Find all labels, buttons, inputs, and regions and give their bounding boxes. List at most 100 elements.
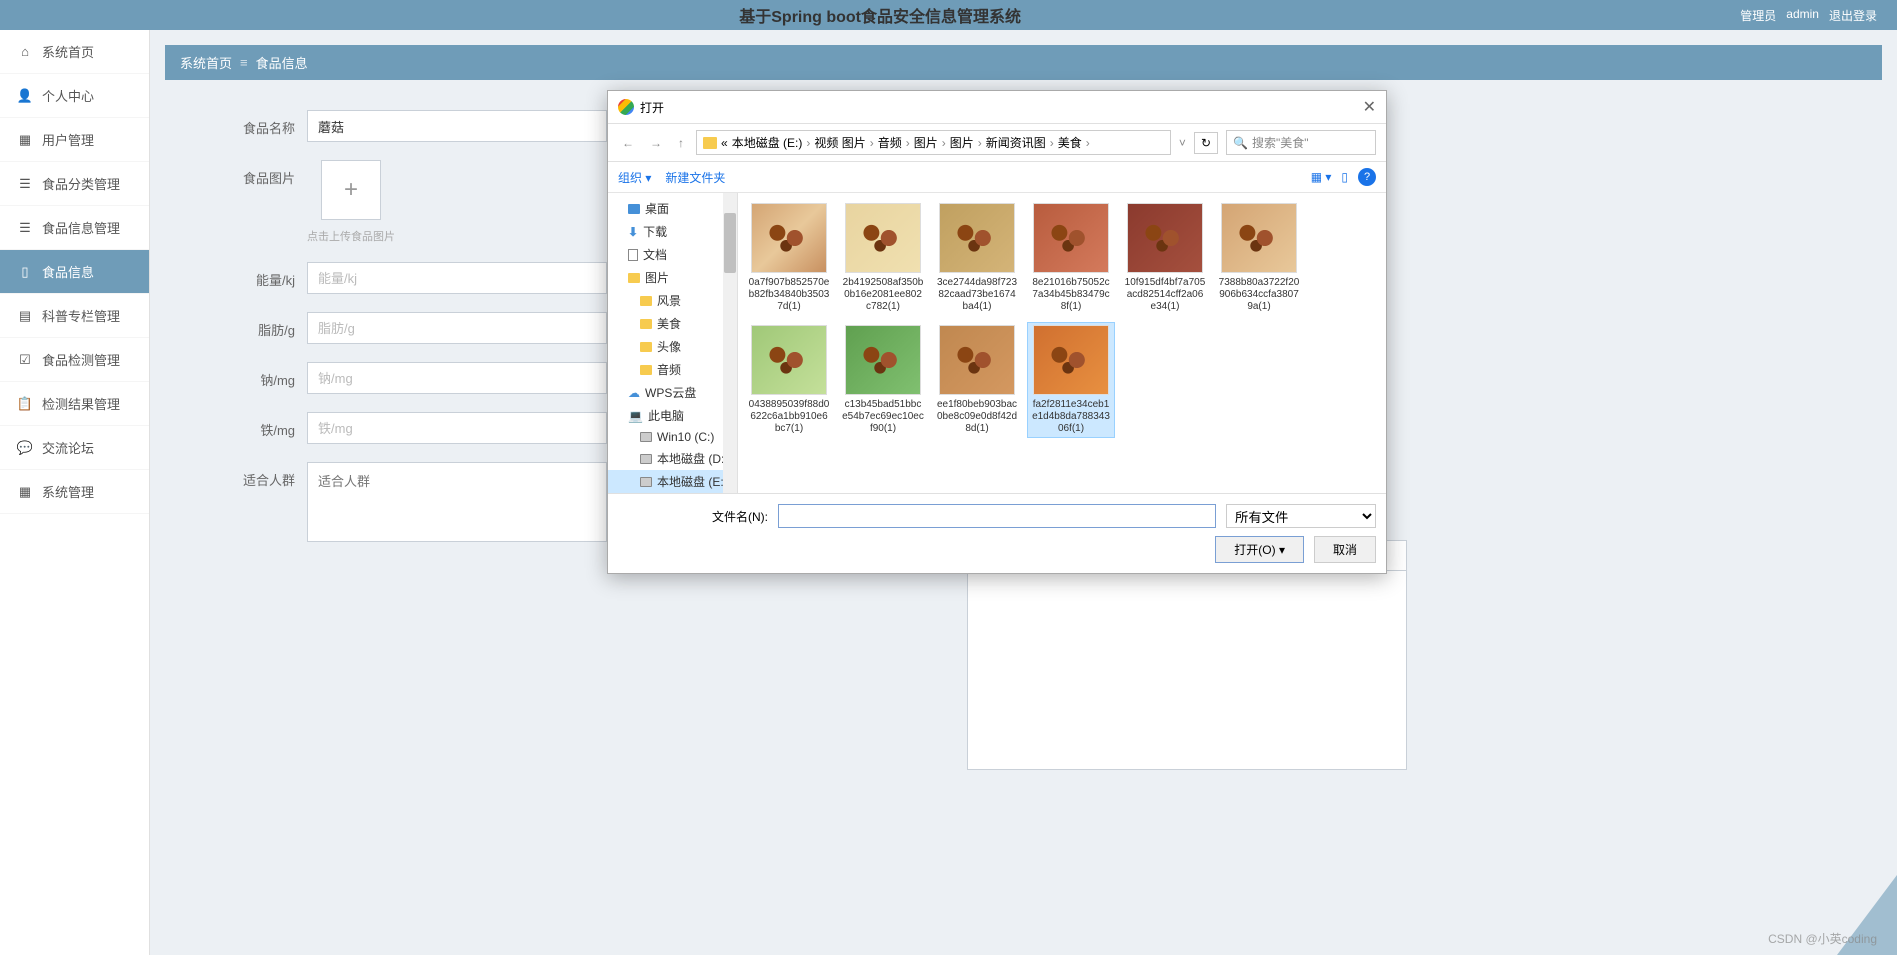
file-item-3[interactable]: 8e21016b75052c7a34b45b83479c8f(1) — [1028, 201, 1114, 315]
food-image-label: 食品图片 — [225, 160, 295, 187]
up-icon[interactable]: ↑ — [674, 134, 688, 152]
folder-tree: 桌面 ⬇下载文档图片风景美食头像音频☁WPS云盘💻此电脑Win10 (C:) 本地磁… — [608, 193, 738, 493]
sidebar-item-4[interactable]: ☰食品信息管理 — [0, 206, 149, 250]
file-item-8[interactable]: ee1f80beb903bac0be8c09e0d8f42d8d(1) — [934, 323, 1020, 437]
sidebar-item-10[interactable]: ▦系统管理 — [0, 470, 149, 514]
sidebar-item-9[interactable]: 💬交流论坛 — [0, 426, 149, 470]
food-name-input[interactable] — [307, 110, 607, 142]
new-folder-button[interactable]: 新建文件夹 — [665, 169, 725, 186]
open-button[interactable]: 打开(O) ▾ — [1215, 536, 1304, 563]
grid-icon: ▦ — [18, 133, 32, 147]
filetype-filter[interactable]: 所有文件 — [1226, 504, 1376, 528]
file-item-0[interactable]: 0a7f907b852570eb82fb34840b35037d(1) — [746, 201, 832, 315]
sidebar-label: 系统管理 — [42, 482, 94, 501]
close-icon[interactable]: ✕ — [1363, 97, 1376, 117]
plus-icon: + — [344, 176, 358, 204]
breadcrumb-home[interactable]: 系统首页 — [180, 53, 232, 72]
file-item-5[interactable]: 7388b80a3722f20906b634ccfa38079a(1) — [1216, 201, 1302, 315]
search-placeholder: 搜索"美食" — [1252, 134, 1309, 151]
tree-item-1[interactable]: ⬇下载 — [608, 220, 737, 243]
scrollbar-thumb[interactable] — [724, 213, 736, 273]
sidebar-item-7[interactable]: ☑食品检测管理 — [0, 338, 149, 382]
file-thumbnail — [845, 325, 921, 395]
back-icon[interactable]: ← — [618, 134, 638, 152]
file-item-2[interactable]: 3ce2744da98f72382caad73be1674ba4(1) — [934, 201, 1020, 315]
energy-input[interactable] — [307, 262, 607, 294]
tree-item-9[interactable]: 💻此电脑 — [608, 404, 737, 427]
upload-hint: 点击上传食品图片 — [307, 228, 395, 244]
tree-item-6[interactable]: 头像 — [608, 335, 737, 358]
path-segment[interactable]: 音频 — [878, 134, 902, 151]
search-box[interactable]: 🔍 搜索"美食" — [1226, 130, 1376, 155]
preview-pane-icon[interactable]: ▯ — [1341, 170, 1348, 184]
tree-item-8[interactable]: ☁WPS云盘 — [608, 381, 737, 404]
refresh-icon: ↻ — [1201, 136, 1211, 150]
upload-button[interactable]: + — [321, 160, 381, 220]
logout-link[interactable]: 退出登录 — [1829, 7, 1877, 24]
tree-label: 本地磁盘 (D:) — [657, 450, 728, 467]
editor-body[interactable] — [967, 570, 1407, 770]
file-item-1[interactable]: 2b4192508af350b0b16e2081ee802c782(1) — [840, 201, 926, 315]
tree-item-0[interactable]: 桌面 — [608, 197, 737, 220]
file-name: 3ce2744da98f72382caad73be1674ba4(1) — [936, 277, 1018, 313]
sidebar-item-2[interactable]: ▦ 用户管理 — [0, 118, 149, 162]
refresh-button[interactable]: ↻ — [1194, 132, 1218, 154]
tree-scrollbar[interactable] — [723, 193, 737, 493]
tree-label: 下载 — [643, 223, 667, 240]
sidebar-item-3[interactable]: ☰食品分类管理 — [0, 162, 149, 206]
path-segment[interactable]: 美食 — [1058, 134, 1082, 151]
view-mode-icon[interactable]: ▦ ▾ — [1311, 170, 1332, 184]
path-segment[interactable]: 新闻资讯图 — [986, 134, 1046, 151]
sidebar-label: 用户管理 — [42, 130, 94, 149]
path-segment[interactable]: 本地磁盘 (E:) — [732, 134, 803, 151]
chevron-right-icon: › — [806, 136, 810, 150]
file-name: 7388b80a3722f20906b634ccfa38079a(1) — [1218, 277, 1300, 313]
filename-input[interactable] — [778, 504, 1216, 528]
file-item-6[interactable]: 0438895039f88d0622c6a1bb910e6bc7(1) — [746, 323, 832, 437]
path-bar[interactable]: « 本地磁盘 (E:)›视频 图片›音频›图片›图片›新闻资讯图›美食› — [696, 130, 1171, 155]
cancel-button[interactable]: 取消 — [1314, 536, 1376, 563]
forward-icon[interactable]: → — [646, 134, 666, 152]
tree-item-12[interactable]: 本地磁盘 (E:) — [608, 470, 737, 493]
breadcrumb-current: 食品信息 — [256, 53, 308, 72]
tree-label: 风景 — [657, 292, 681, 309]
sidebar-item-5[interactable]: ▯食品信息 — [0, 250, 149, 294]
book-icon: ▤ — [18, 309, 32, 323]
file-item-9[interactable]: fa2f2811e34ceb1e1d4b8da78834306f(1) — [1028, 323, 1114, 437]
tree-item-4[interactable]: 风景 — [608, 289, 737, 312]
path-dropdown-icon[interactable]: ˅ — [1179, 136, 1186, 150]
file-item-4[interactable]: 10f915df4bf7a705acd82514cff2a06e34(1) — [1122, 201, 1208, 315]
tree-item-11[interactable]: 本地磁盘 (D:) — [608, 447, 737, 470]
path-segment[interactable]: 图片 — [914, 134, 938, 151]
sidebar-item-1[interactable]: 👤个人中心 — [0, 74, 149, 118]
dialog-titlebar[interactable]: 打开 ✕ — [608, 91, 1386, 124]
app-header: 基于Spring boot食品安全信息管理系统 管理员 admin 退出登录 — [0, 0, 1897, 30]
iron-input[interactable] — [307, 412, 607, 444]
sodium-input[interactable] — [307, 362, 607, 394]
sidebar-item-6[interactable]: ▤ 科普专栏管理 — [0, 294, 149, 338]
tree-item-10[interactable]: Win10 (C:) — [608, 427, 737, 447]
crowd-textarea[interactable] — [307, 462, 607, 542]
sidebar-label: 科普专栏管理 — [42, 306, 120, 325]
dialog-title: 打开 — [640, 99, 664, 116]
path-prefix: « — [721, 136, 728, 150]
file-grid: 0a7f907b852570eb82fb34840b35037d(1)2b419… — [738, 193, 1386, 493]
path-segment[interactable]: 视频 图片 — [814, 134, 865, 151]
fat-input[interactable] — [307, 312, 607, 344]
path-segment[interactable]: 图片 — [950, 134, 974, 151]
file-thumbnail — [1221, 203, 1297, 273]
organize-menu[interactable]: 组织 ▾ — [618, 169, 651, 186]
tree-item-5[interactable]: 美食 — [608, 312, 737, 335]
tree-item-7[interactable]: 音频 — [608, 358, 737, 381]
sidebar-label: 食品检测管理 — [42, 350, 120, 369]
file-item-7[interactable]: c13b45bad51bbce54b7ec69ec10ecf90(1) — [840, 323, 926, 437]
tree-item-3[interactable]: 图片 — [608, 266, 737, 289]
help-icon[interactable]: ? — [1358, 168, 1376, 186]
sidebar-item-8[interactable]: 📋检测结果管理 — [0, 382, 149, 426]
sidebar-item-0[interactable]: ⌂系统首页 — [0, 30, 149, 74]
file-thumbnail — [751, 203, 827, 273]
file-thumbnail — [939, 325, 1015, 395]
tree-label: 桌面 — [645, 200, 669, 217]
sidebar-label: 检测结果管理 — [42, 394, 120, 413]
tree-item-2[interactable]: 文档 — [608, 243, 737, 266]
